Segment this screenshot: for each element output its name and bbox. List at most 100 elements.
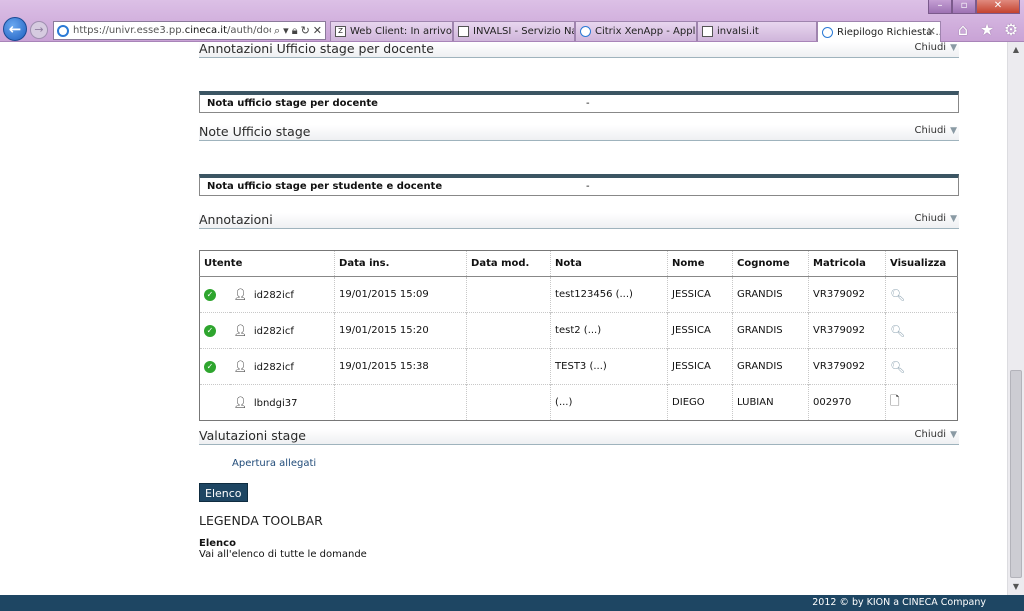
tab-citrix[interactable]: Citrix XenApp - Applic... (575, 21, 697, 41)
approved-check-icon: ✓ (204, 324, 216, 337)
nota-cell: test2 (...) (550, 312, 668, 349)
data-mod-cell (466, 384, 551, 421)
nota-studente-docente-box: Nota ufficio stage per studente e docent… (199, 174, 959, 196)
user-cell: 👤︎ lbndgi37 (229, 384, 335, 421)
legend-item: Elenco Vai all'elenco di tutte le domand… (199, 538, 367, 560)
status-cell (199, 384, 230, 421)
column-header: Data ins. (334, 250, 467, 277)
chevron-down-icon: ▼ (950, 43, 957, 53)
user-cell: 👤︎ id282icf (229, 312, 335, 349)
home-icon[interactable]: ⌂ (954, 20, 972, 40)
cognome-cell: LUBIAN (732, 384, 809, 421)
data-ins-cell: 19/01/2015 15:20 (334, 312, 467, 349)
page-footer: 2012 © by KION a CINECA Company (0, 595, 1024, 611)
chevron-down-icon: ▼ (950, 430, 957, 440)
collapse-toggle[interactable]: Chiudi ▼ (915, 213, 957, 225)
section-note-ufficio-header: Note Ufficio stage Chiudi ▼ (199, 125, 959, 141)
forward-button[interactable]: → (30, 21, 48, 39)
data-mod-cell (466, 312, 551, 349)
maximize-icon[interactable]: ▫ (952, 0, 976, 14)
collapse-toggle[interactable]: Chiudi ▼ (915, 42, 957, 54)
browser-chrome: – ▫ ✕ ← → https://univr.esse3.pp.cineca.… (0, 0, 1024, 42)
lock-icon[interactable]: 🔒︎ (292, 24, 298, 38)
favorites-star-icon[interactable]: ★ (978, 20, 996, 40)
elenco-button[interactable]: Elenco (199, 483, 248, 502)
cognome-cell: GRANDIS (732, 312, 809, 349)
tab-favicon-icon: Z (335, 26, 346, 37)
approved-check-icon: ✓ (204, 288, 216, 301)
column-header: Data mod. (466, 250, 551, 277)
magnifier-icon[interactable]: 🔍︎ (890, 288, 905, 302)
cognome-cell: GRANDIS (732, 276, 809, 313)
nota-value: - (586, 181, 590, 192)
section-title: Annotazioni Ufficio stage per docente (199, 41, 434, 56)
gear-icon[interactable]: ⚙ (1002, 20, 1020, 40)
collapse-toggle[interactable]: Chiudi ▼ (915, 429, 957, 441)
close-icon[interactable]: ✕ (313, 24, 322, 38)
column-header: Matricola (808, 250, 886, 277)
column-header: Nome (667, 250, 733, 277)
minimize-icon[interactable]: – (928, 0, 952, 14)
section-title: Annotazioni (199, 212, 273, 227)
collapse-toggle[interactable]: Chiudi ▼ (915, 125, 957, 137)
nome-cell: JESSICA (667, 348, 733, 385)
section-annotazioni-ufficio-header: Annotazioni Ufficio stage per docente Ch… (199, 42, 959, 58)
status-cell: ✓ (199, 348, 230, 385)
tab-web-client[interactable]: Z Web Client: In arrivo (1... (330, 21, 453, 41)
table-row: 👤︎ lbndgi37 (...) DIEGO LUBIAN 002970 🗋 (199, 384, 958, 421)
dropdown-icon[interactable]: ▾ (283, 24, 289, 38)
visualizza-cell: 🔍︎ (885, 348, 958, 385)
close-tab-icon[interactable]: ✕ (927, 25, 936, 38)
tab-invalsi-it[interactable]: invalsi.it (697, 21, 817, 41)
table-header-row: Utente Data ins. Data mod. Nota Nome Cog… (198, 250, 958, 277)
close-window-icon[interactable]: ✕ (976, 0, 1020, 14)
back-button[interactable]: ← (3, 17, 27, 41)
section-title: Valutazioni stage (199, 428, 306, 443)
data-ins-cell (334, 384, 467, 421)
nome-cell: JESSICA (667, 276, 733, 313)
user-icon: 👤︎ (233, 288, 248, 301)
scroll-down-icon[interactable]: ▼ (1008, 579, 1024, 595)
tab-invalsi[interactable]: INVALSI - Servizio Nazi... (453, 21, 575, 41)
nota-cell: test123456 (...) (550, 276, 668, 313)
visualizza-cell: 🗋 (885, 384, 958, 421)
tab-favicon-icon (458, 26, 469, 37)
refresh-icon[interactable]: ↻ (301, 24, 310, 38)
chevron-down-icon: ▼ (950, 214, 957, 224)
visualizza-cell: 🔍︎ (885, 312, 958, 349)
user-cell: 👤︎ id282icf (233, 288, 294, 301)
cognome-cell: GRANDIS (732, 348, 809, 385)
nota-label: Nota ufficio stage per docente (207, 98, 378, 109)
apertura-allegati-link[interactable]: Apertura allegati (232, 458, 316, 469)
window-controls: – ▫ ✕ (928, 0, 1020, 14)
search-icon[interactable]: ⌕ (274, 24, 280, 38)
status-cell: ✓ (199, 312, 230, 349)
data-mod-cell (466, 276, 551, 313)
document-icon[interactable]: 🗋 (890, 394, 900, 408)
tab-riepilogo[interactable]: Riepilogo Richiesta ... ✕ (817, 21, 941, 42)
tab-favicon-icon (580, 26, 591, 37)
nota-label: Nota ufficio stage per studente e docent… (207, 181, 443, 192)
annotazioni-table: Utente Data ins. Data mod. Nota Nome Cog… (198, 250, 958, 421)
scroll-up-icon[interactable]: ▲ (1008, 42, 1024, 58)
vertical-scrollbar[interactable]: ▲ ▼ (1007, 42, 1024, 595)
legend-title: LEGENDA TOOLBAR (199, 513, 323, 528)
approved-check-icon: ✓ (204, 360, 216, 373)
section-annotazioni-header: Annotazioni Chiudi ▼ (199, 213, 959, 229)
table-row: ✓ 👤︎ id282icf 19/01/2015 15:38 TEST3 (..… (199, 348, 958, 385)
status-cell: ✓ (200, 277, 230, 313)
column-header: Nota (550, 250, 668, 277)
address-bar[interactable]: https://univr.esse3.pp.cineca.it/auth/do… (53, 21, 326, 40)
magnifier-icon[interactable]: 🔍︎ (890, 324, 905, 338)
nome-cell: JESSICA (667, 312, 733, 349)
data-ins-cell: 19/01/2015 15:38 (334, 348, 467, 385)
legend-item-name: Elenco (199, 538, 236, 549)
section-title: Note Ufficio stage (199, 124, 311, 139)
tab-favicon-icon (702, 26, 713, 37)
legend-item-desc: Vai all'elenco di tutte le domande (199, 549, 367, 560)
user-icon: 👤︎ (233, 396, 248, 409)
magnifier-icon[interactable]: 🔍︎ (890, 360, 905, 374)
user-icon: 👤︎ (233, 360, 248, 373)
scrollbar-thumb[interactable] (1010, 370, 1022, 578)
data-mod-cell (466, 348, 551, 385)
